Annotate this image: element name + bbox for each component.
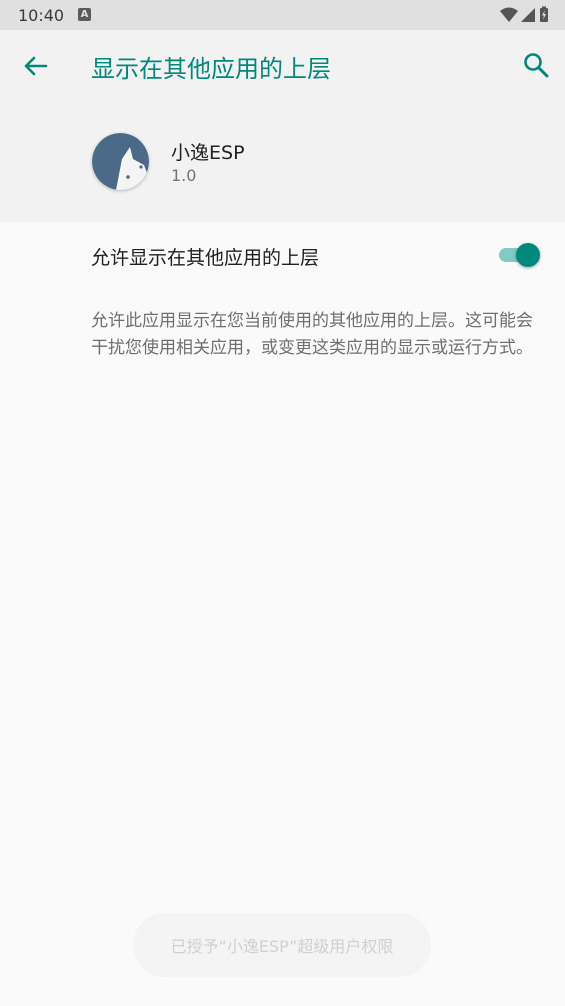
signal-icon (521, 8, 535, 22)
notification-icon: A (78, 8, 91, 21)
status-time: 10:40 (18, 6, 65, 25)
battery-charging-icon (540, 6, 548, 22)
status-bar: 10:40 A (0, 0, 565, 30)
toast-message: 已授予“小逸ESP”超级用户权限 (170, 937, 394, 956)
app-info-header: 小逸ESP 1.0 (0, 102, 565, 222)
permission-toggle-row[interactable]: 允许显示在其他应用的上层 (0, 222, 565, 288)
app-icon (92, 133, 149, 190)
system-status-icons (500, 6, 548, 22)
arrow-left-icon (24, 56, 48, 76)
search-icon (524, 53, 549, 78)
toast: 已授予“小逸ESP”超级用户权限 (133, 913, 431, 977)
search-button[interactable] (521, 50, 551, 80)
permission-switch[interactable] (497, 241, 543, 269)
permission-label: 允许显示在其他应用的上层 (91, 247, 320, 269)
wifi-icon (500, 7, 518, 22)
app-version: 1.0 (171, 166, 197, 185)
back-button[interactable] (20, 51, 50, 81)
permission-description: 允许此应用显示在您当前使用的其他应用的上层。这可能会干扰您使用相关应用，或变更这… (91, 311, 533, 358)
switch-thumb (516, 243, 540, 267)
app-name: 小逸ESP (171, 142, 245, 164)
app-bar: 显示在其他应用的上层 (0, 30, 565, 102)
page-title: 显示在其他应用的上层 (91, 55, 331, 83)
